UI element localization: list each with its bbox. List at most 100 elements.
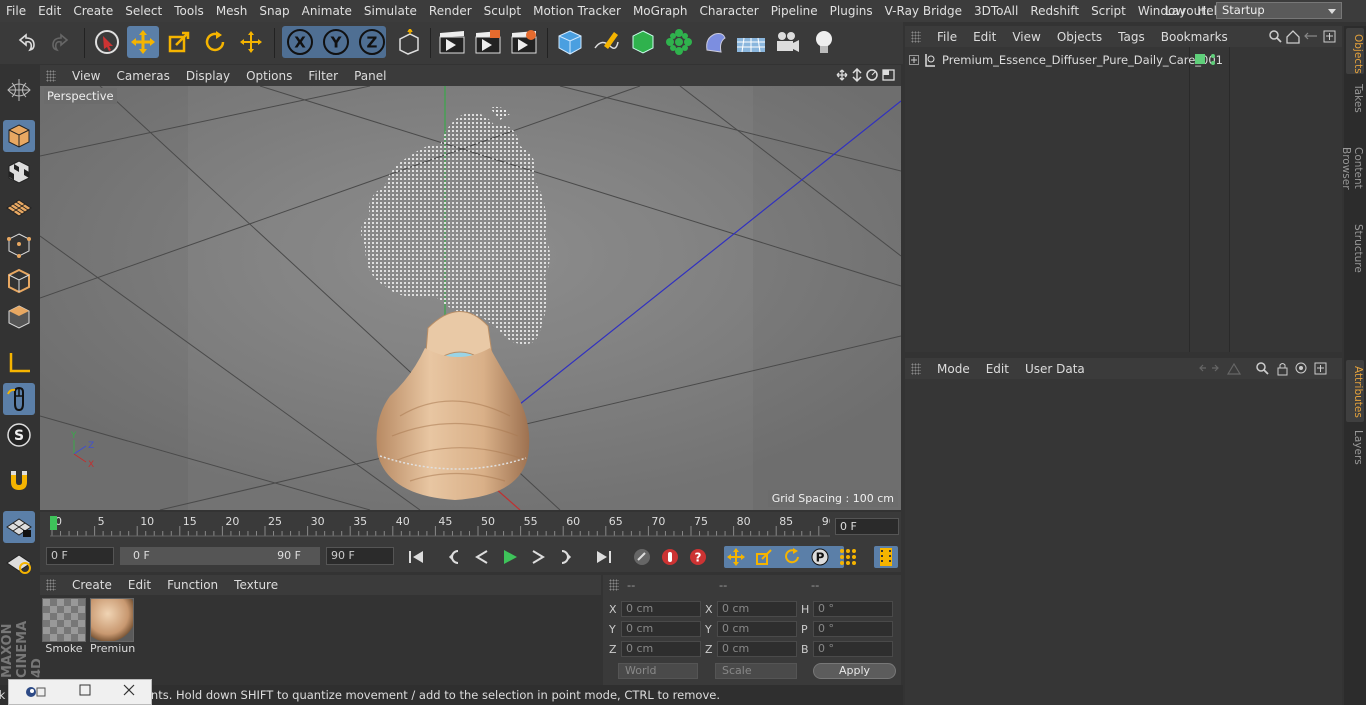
floor-icon[interactable] (735, 26, 767, 58)
nav-forward-icon[interactable] (1212, 364, 1219, 372)
playhead-marker[interactable] (50, 516, 57, 530)
scale-tool-icon[interactable] (163, 26, 195, 58)
next-key-icon[interactable] (554, 546, 578, 568)
key-pla-icon[interactable] (836, 546, 860, 568)
search-icon[interactable] (1269, 30, 1282, 43)
size-z-field[interactable]: 0 cm (717, 641, 797, 657)
x-axis-icon[interactable]: X (284, 26, 316, 58)
timeline-ruler[interactable]: 051015202530354045505560657075808590 0 F (40, 512, 901, 544)
render-region-icon[interactable] (472, 26, 504, 58)
objects-menu-view[interactable]: View (1004, 30, 1048, 44)
panel-grip-icon[interactable] (911, 30, 921, 43)
search-icon[interactable] (1256, 362, 1269, 375)
go-to-start-icon[interactable] (404, 546, 428, 568)
rotate-tool-icon[interactable] (199, 26, 231, 58)
tab-takes[interactable]: Takes (1346, 78, 1364, 118)
menu-select[interactable]: Select (119, 0, 168, 22)
cloner-icon[interactable] (663, 26, 695, 58)
auto-key-icon[interactable]: ? (686, 546, 710, 568)
play-icon[interactable] (498, 546, 522, 568)
menu-pipeline[interactable]: Pipeline (765, 0, 824, 22)
keyframe-selection-icon[interactable] (630, 546, 654, 568)
deformer-icon[interactable] (699, 26, 731, 58)
world-dropdown[interactable]: World (618, 663, 698, 679)
menu-mesh[interactable]: Mesh (210, 0, 254, 22)
tab-attributes[interactable]: Attributes (1346, 360, 1364, 422)
snap-icon[interactable]: S (3, 419, 35, 451)
lock-icon[interactable] (1277, 363, 1288, 376)
menu-animate[interactable]: Animate (296, 0, 358, 22)
menu-file[interactable]: File (0, 0, 32, 22)
material-menu-edit[interactable]: Edit (120, 578, 159, 592)
close-icon[interactable] (123, 684, 135, 700)
material-swatch-smoke[interactable]: Smoke (42, 598, 86, 655)
menu-simulate[interactable]: Simulate (358, 0, 423, 22)
current-frame-field[interactable]: 0 F (835, 518, 899, 535)
record-icon[interactable] (658, 546, 682, 568)
key-rotation-icon[interactable] (780, 546, 804, 568)
polygons-mode-icon[interactable] (3, 301, 35, 333)
viewport-menu-cameras[interactable]: Cameras (108, 69, 177, 83)
panel-grip-icon[interactable] (911, 362, 921, 375)
attributes-menu-edit[interactable]: Edit (978, 362, 1017, 376)
live-selection-icon[interactable] (91, 26, 123, 58)
viewport-menu-display[interactable]: Display (178, 69, 238, 83)
pen-spline-icon[interactable] (590, 26, 622, 58)
menu-script[interactable]: Script (1085, 0, 1132, 22)
objects-menu-objects[interactable]: Objects (1049, 30, 1110, 44)
camera-icon[interactable] (771, 26, 803, 58)
undo-icon[interactable] (10, 26, 42, 58)
material-menu-create[interactable]: Create (64, 578, 120, 592)
axis-mode-icon[interactable] (3, 347, 35, 379)
object-row[interactable]: Premium_Essence_Diffuser_Pure_Daily_Care… (909, 51, 1223, 69)
tab-layers[interactable]: Layers (1346, 424, 1364, 465)
workplane-lock-icon[interactable] (3, 511, 35, 543)
make-editable-icon[interactable] (3, 74, 35, 106)
tweak-mode-icon[interactable] (3, 383, 35, 415)
object-name[interactable]: Premium_Essence_Diffuser_Pure_Daily_Care… (942, 53, 1223, 67)
magnet-icon[interactable] (3, 465, 35, 497)
workplane-mode-icon[interactable] (3, 192, 35, 224)
coordinate-system-icon[interactable] (393, 26, 425, 58)
size-y-field[interactable]: 0 cm (717, 621, 797, 637)
render-settings-icon[interactable] (508, 26, 540, 58)
tab-objects[interactable]: Objects (1346, 28, 1364, 74)
maximize-icon[interactable] (79, 684, 91, 700)
menu-vray-bridge[interactable]: V-Ray Bridge (879, 0, 968, 22)
material-swatch-premium[interactable]: Premiun (90, 598, 135, 655)
z-axis-icon[interactable]: Z (356, 26, 388, 58)
history-back-icon[interactable] (1304, 32, 1317, 40)
preview-range-slider[interactable]: 0 F 90 F (120, 547, 320, 565)
viewport-nav-icons[interactable] (835, 68, 897, 83)
scale-dropdown[interactable]: Scale (715, 663, 797, 679)
home-icon[interactable] (1286, 30, 1300, 44)
panel-grip-icon[interactable] (609, 579, 619, 591)
key-scale-icon[interactable] (752, 546, 776, 568)
position-y-field[interactable]: 0 cm (621, 621, 701, 637)
target-icon[interactable] (1295, 362, 1307, 374)
objects-menu-file[interactable]: File (929, 30, 965, 44)
move-tool-icon[interactable] (127, 26, 159, 58)
menu-snap[interactable]: Snap (253, 0, 295, 22)
material-menu-function[interactable]: Function (159, 578, 226, 592)
expand-icon[interactable] (909, 55, 919, 65)
nav-up-icon[interactable] (1226, 362, 1242, 375)
menu-plugins[interactable]: Plugins (824, 0, 879, 22)
menu-mograph[interactable]: MoGraph (627, 0, 694, 22)
visibility-dots-icon[interactable] (1210, 53, 1216, 70)
light-icon[interactable] (808, 26, 840, 58)
prev-frame-icon[interactable] (470, 546, 494, 568)
workplane-rotate-icon[interactable] (3, 547, 35, 579)
new-panel-icon[interactable] (1314, 362, 1327, 375)
start-frame-field[interactable]: 0 F (46, 547, 114, 565)
end-frame-field[interactable]: 90 F (326, 547, 394, 565)
points-mode-icon[interactable] (3, 229, 35, 261)
timeline-window-icon[interactable] (874, 546, 898, 568)
viewport-menu-view[interactable]: View (64, 69, 108, 83)
apply-button[interactable]: Apply (813, 663, 896, 679)
menu-motion-tracker[interactable]: Motion Tracker (527, 0, 627, 22)
cube-primitive-icon[interactable] (554, 26, 586, 58)
layer-color-icon[interactable] (1195, 54, 1205, 64)
nav-back-icon[interactable] (1199, 364, 1206, 372)
viewport-menu-options[interactable]: Options (238, 69, 300, 83)
